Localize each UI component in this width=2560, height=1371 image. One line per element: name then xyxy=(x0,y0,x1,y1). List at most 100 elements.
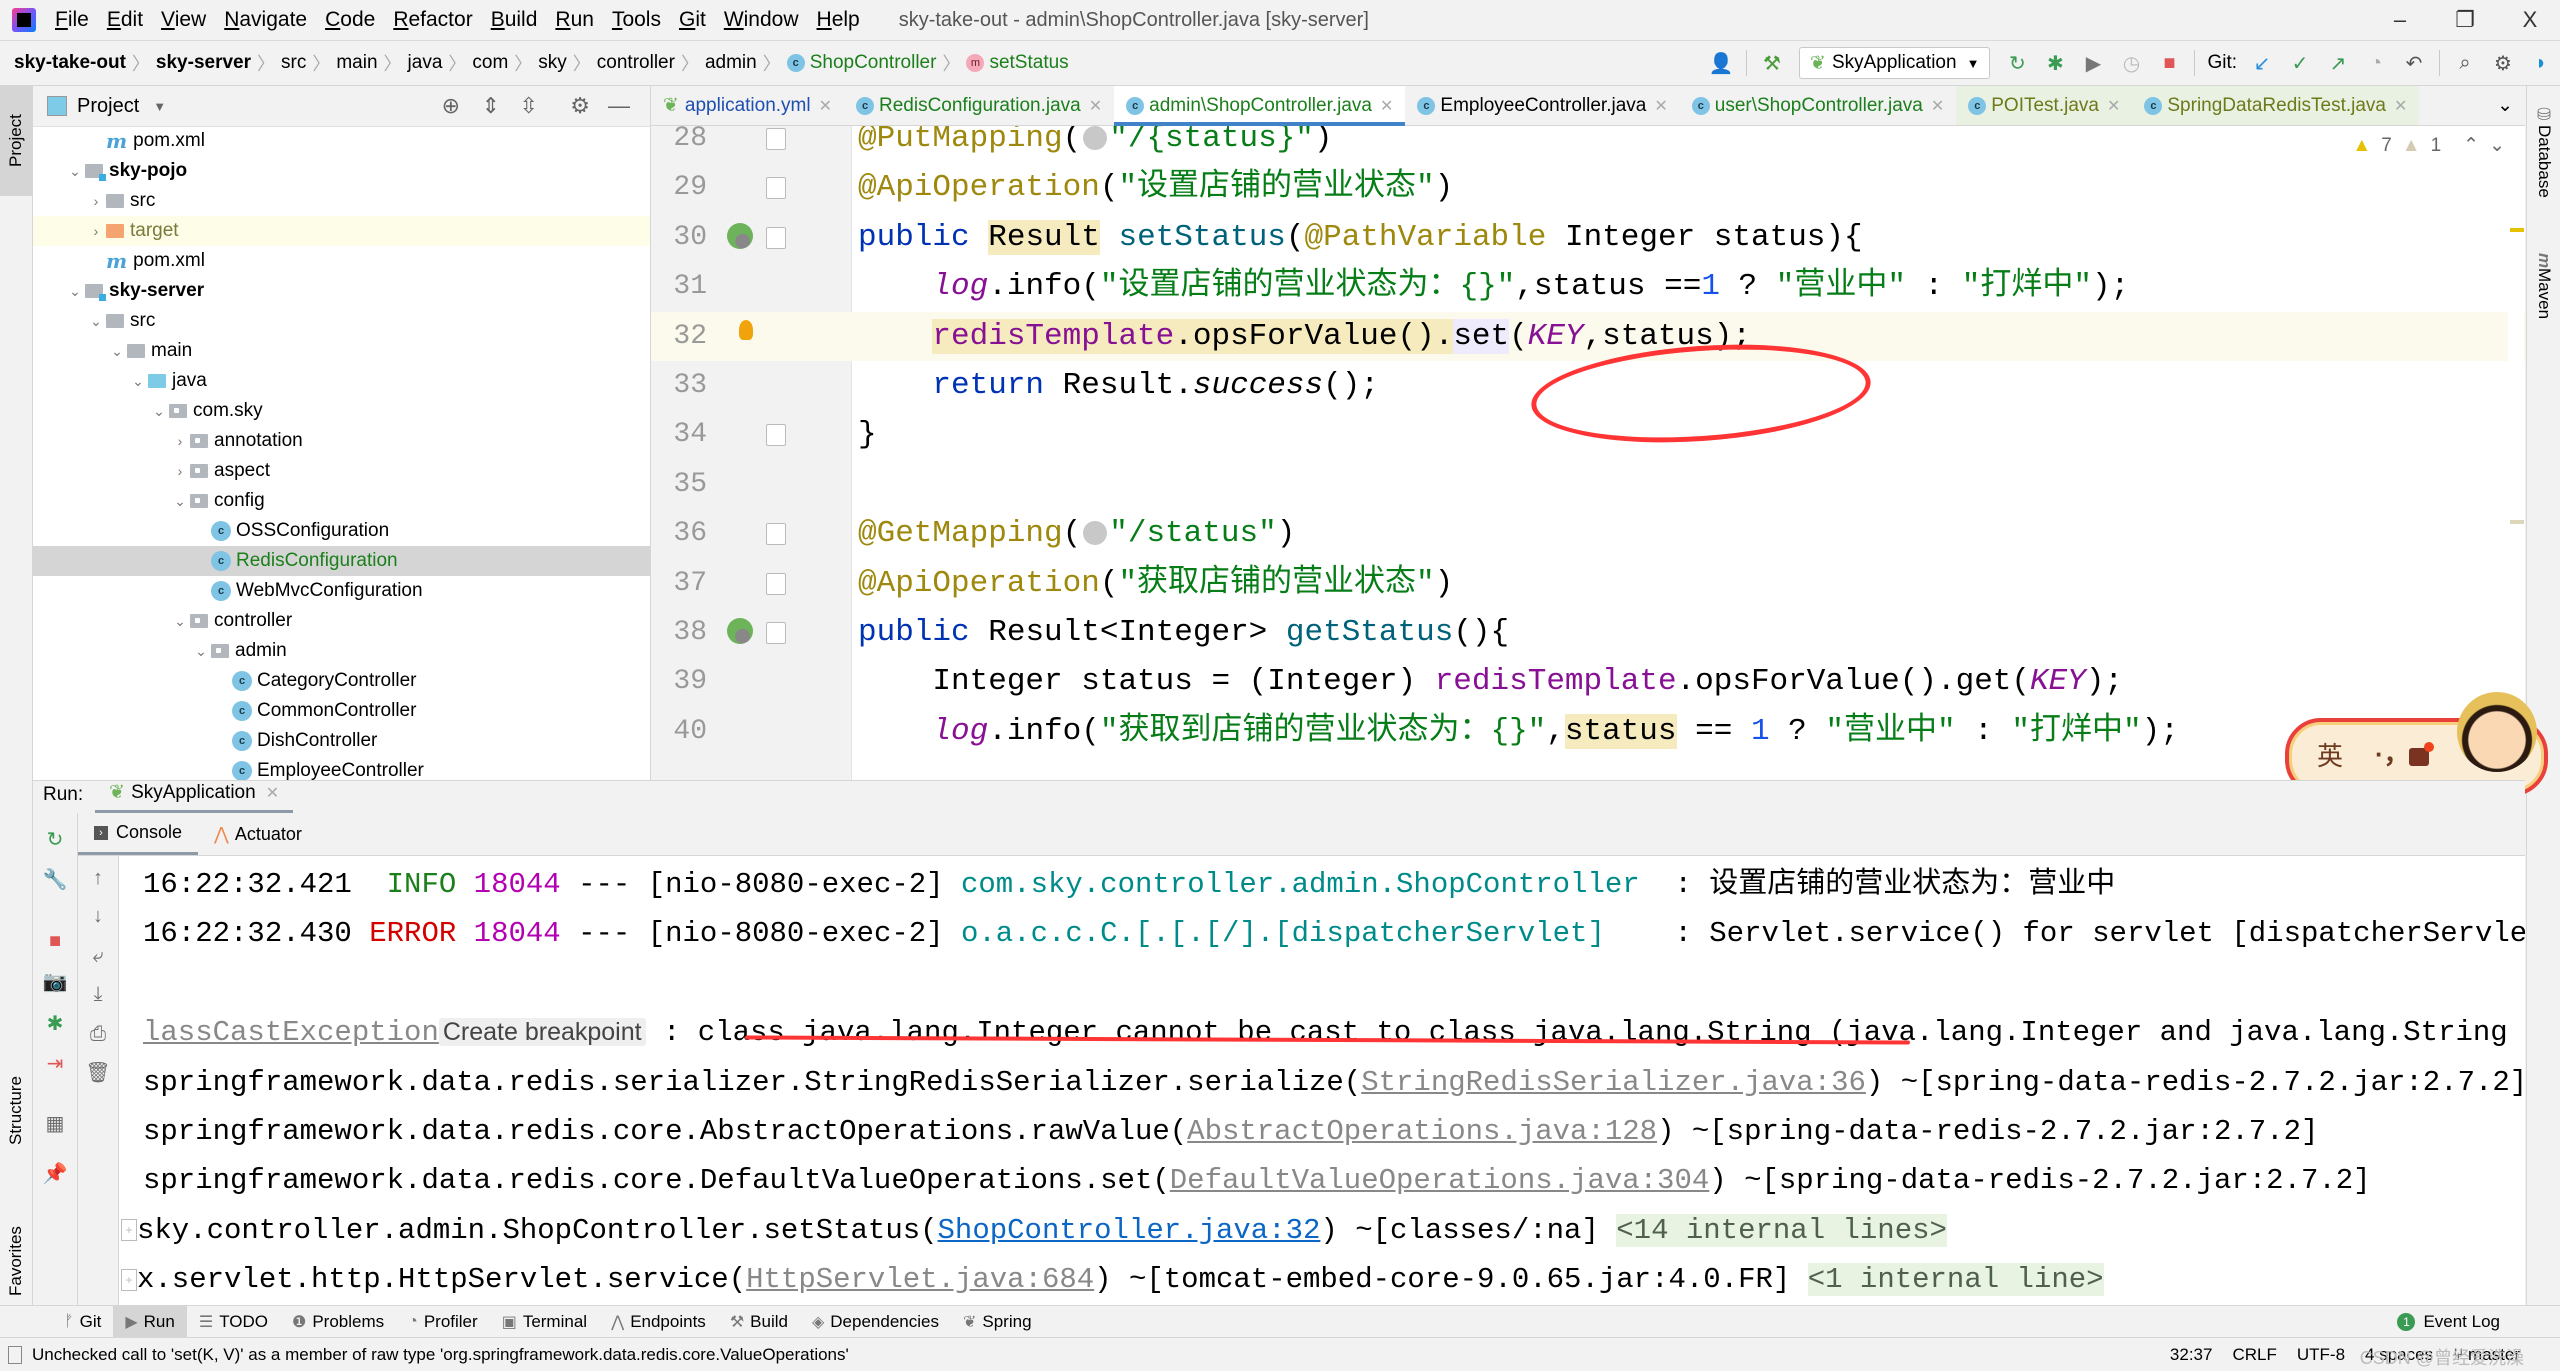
chevron-right-icon[interactable]: › xyxy=(86,193,106,209)
editor-tab[interactable]: ❦ application.yml ✕ xyxy=(651,86,844,125)
maven-tool-tab[interactable]: m Maven xyxy=(2527,226,2560,346)
tree-item[interactable]: ⌄ controller xyxy=(33,606,650,636)
settings-icon[interactable]: ⚙ xyxy=(2486,46,2520,80)
chevron-right-icon[interactable]: › xyxy=(170,463,190,479)
fold-marker-icon[interactable] xyxy=(766,177,786,200)
print-icon[interactable]: ⎙ xyxy=(84,1020,112,1048)
tree-item[interactable]: c CategoryController xyxy=(33,666,650,696)
user-icon[interactable]: 👤 xyxy=(1704,46,1738,80)
editor-tab[interactable]: c RedisConfiguration.java ✕ xyxy=(844,86,1114,125)
collapse-all-icon[interactable]: ⇳ xyxy=(520,93,538,119)
git-push-icon[interactable]: ↗ xyxy=(2321,46,2355,80)
stacktrace-link[interactable]: ShopController.java:32 xyxy=(938,1214,1321,1247)
fold-marker-icon[interactable] xyxy=(766,424,786,447)
tool-window-build[interactable]: ⚒ Build xyxy=(718,1306,800,1338)
structure-tool-tab[interactable]: Structure xyxy=(0,1046,32,1176)
next-highlight-icon[interactable]: ⌄ xyxy=(2489,134,2505,157)
tree-item[interactable]: ⌄ java xyxy=(33,366,650,396)
tree-item[interactable]: c OSSConfiguration xyxy=(33,516,650,546)
tool-window-profiler[interactable]: ◔ Profiler xyxy=(396,1306,490,1338)
fold-marker-icon[interactable] xyxy=(766,572,786,595)
tree-item[interactable]: c WebMvcConfiguration xyxy=(33,576,650,606)
stop-icon[interactable]: ■ xyxy=(41,927,69,955)
breadcrumb-item[interactable]: controller xyxy=(591,52,681,74)
minimize-button[interactable]: – xyxy=(2370,4,2430,36)
layout-icon[interactable]: ▦ xyxy=(41,1109,69,1137)
wrench-icon[interactable]: 🔧 xyxy=(41,865,69,893)
tree-item[interactable]: ⌄ config xyxy=(33,486,650,516)
profile-icon[interactable]: ◷ xyxy=(2114,46,2148,80)
tree-item[interactable]: ⌄ com.sky xyxy=(33,396,650,426)
stacktrace-link[interactable]: StringRedisSerializer.java:36 xyxy=(1361,1066,1866,1099)
project-tool-tab[interactable]: Project xyxy=(0,86,32,196)
down-arrow-icon[interactable]: ↓ xyxy=(84,902,112,930)
chevron-down-icon[interactable]: ⌄ xyxy=(149,403,169,420)
close-tab-icon[interactable]: ✕ xyxy=(819,96,832,116)
editor-tab[interactable]: c SpringDataRedisTest.java ✕ xyxy=(2132,86,2420,125)
editor-tab[interactable]: c admin\ShopController.java ✕ xyxy=(1114,86,1406,126)
tree-item[interactable]: ⌄ src xyxy=(33,306,650,336)
coverage-icon[interactable]: ▶ xyxy=(2076,46,2110,80)
git-update-icon[interactable]: ↙ xyxy=(2245,46,2279,80)
chevron-down-icon[interactable]: ▼ xyxy=(153,99,166,114)
stacktrace-link[interactable]: AbstractOperations.java:128 xyxy=(1187,1115,1657,1148)
menu-item-navigate[interactable]: Navigate xyxy=(215,8,316,32)
tab-list-dropdown[interactable]: ⌄ xyxy=(2485,86,2525,125)
chevron-down-icon[interactable]: ⌄ xyxy=(65,163,85,180)
close-tab-icon[interactable]: ✕ xyxy=(2107,96,2120,116)
console-output[interactable]: 16:22:32.421 INFO 18044 --- [nio-8080-ex… xyxy=(119,856,2525,1305)
tool-window-spring[interactable]: ❦ Spring xyxy=(951,1306,1044,1338)
breadcrumb-item[interactable]: admin xyxy=(699,52,763,74)
chevron-down-icon[interactable]: ⌄ xyxy=(170,613,190,630)
spring-web-endpoint-icon[interactable] xyxy=(727,618,753,644)
ime-punctuation-toggle[interactable]: ·， xyxy=(2375,734,2410,771)
restore-button[interactable]: ❐ xyxy=(2435,4,2495,36)
tree-item[interactable]: c CommonController xyxy=(33,696,650,726)
tree-item[interactable]: c EmployeeController xyxy=(33,756,650,780)
soft-wrap-icon[interactable]: ⤶ xyxy=(84,942,112,970)
project-view-selector[interactable]: Project xyxy=(77,95,139,118)
previous-highlight-icon[interactable]: ⌃ xyxy=(2463,134,2479,157)
status-toggle-icon[interactable] xyxy=(8,1345,22,1364)
chevron-down-icon[interactable]: ⌄ xyxy=(107,343,127,360)
editor-tab[interactable]: c POITest.java ✕ xyxy=(1956,86,2133,125)
close-window-button[interactable]: X xyxy=(2500,4,2560,36)
tool-window-dependencies[interactable]: ◈ Dependencies xyxy=(800,1306,951,1338)
internal-lines-toggle[interactable]: <1 internal line> xyxy=(1807,1263,2104,1297)
fold-marker-icon[interactable] xyxy=(766,622,786,644)
chevron-right-icon[interactable]: › xyxy=(170,433,190,449)
menu-item-view[interactable]: View xyxy=(152,8,215,32)
breadcrumb-item[interactable]: main xyxy=(330,52,383,74)
pin-icon[interactable]: 📌 xyxy=(41,1159,69,1187)
tree-item[interactable]: › target xyxy=(33,216,650,246)
line-separator[interactable]: CRLF xyxy=(2232,1345,2276,1365)
breadcrumb-item[interactable]: m setStatus xyxy=(960,52,1074,74)
trash-icon[interactable]: 🗑 xyxy=(84,1058,112,1086)
chevron-down-icon[interactable]: ⌄ xyxy=(191,643,211,660)
search-icon[interactable]: ⌕ xyxy=(2448,46,2482,80)
intention-bulb-icon[interactable] xyxy=(739,319,753,340)
editor-tab[interactable]: c user\ShopController.java ✕ xyxy=(1680,86,1956,125)
breadcrumb-item[interactable]: sky-take-out xyxy=(8,52,132,74)
close-tab-icon[interactable]: ✕ xyxy=(1931,96,1944,116)
chevron-down-icon[interactable]: ⌄ xyxy=(65,283,85,300)
breadcrumb-item[interactable]: sky xyxy=(532,52,573,74)
close-tab-icon[interactable]: ✕ xyxy=(2394,96,2407,116)
up-arrow-icon[interactable]: ↑ xyxy=(84,864,112,892)
fold-marker-icon[interactable] xyxy=(766,128,786,150)
tool-window-run[interactable]: ▶ Run xyxy=(113,1306,187,1338)
expand-toggle[interactable]: + xyxy=(121,1219,137,1242)
chevron-right-icon[interactable]: › xyxy=(86,223,106,239)
menu-item-refactor[interactable]: Refactor xyxy=(384,8,481,32)
breadcrumb-item[interactable]: java xyxy=(402,52,449,74)
fold-marker-icon[interactable] xyxy=(766,523,786,546)
tree-item[interactable]: c RedisConfiguration xyxy=(33,546,650,576)
tree-item[interactable]: m pom.xml xyxy=(33,126,650,156)
close-tab-icon[interactable]: ✕ xyxy=(1089,96,1102,116)
code-editor[interactable]: 28 @PutMapping("/{status}") 29 @ApiOperatio… xyxy=(651,126,2525,780)
menu-item-edit[interactable]: Edit xyxy=(98,8,152,32)
breadcrumb-item[interactable]: c ShopController xyxy=(781,52,943,74)
tree-item[interactable]: c DishController xyxy=(33,726,650,756)
scroll-to-end-icon[interactable]: ⤓ xyxy=(84,980,112,1008)
stacktrace-link[interactable]: HttpServlet.java:684 xyxy=(746,1263,1094,1296)
